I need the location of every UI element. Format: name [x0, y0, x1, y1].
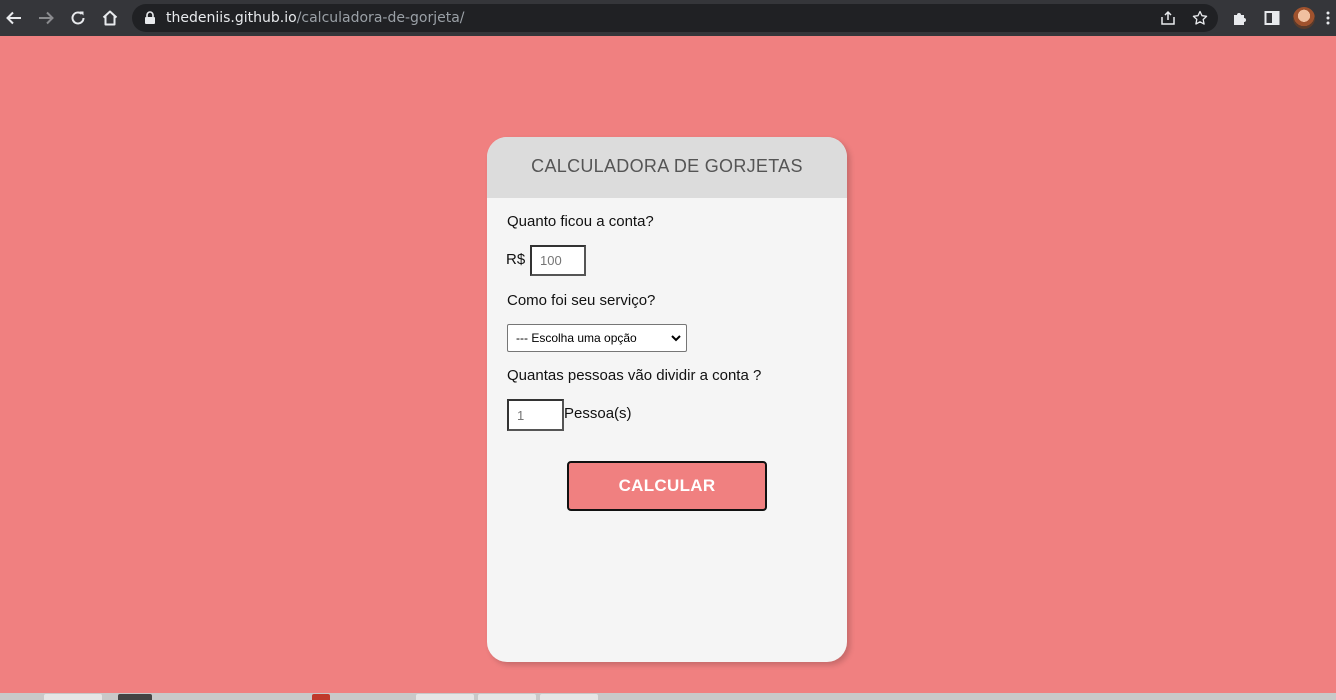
service-question-label: Como foi seu serviço? [507, 292, 656, 309]
side-panel-icon[interactable] [1263, 9, 1281, 27]
home-button[interactable] [98, 6, 122, 30]
url-path: /calculadora-de-gorjeta/ [296, 10, 465, 26]
taskbar [0, 693, 1336, 700]
taskbar-item[interactable] [44, 694, 102, 700]
taskbar-item[interactable] [478, 694, 536, 700]
chevron-down-icon [671, 335, 681, 342]
avatar[interactable] [1293, 7, 1315, 29]
puzzle-icon[interactable] [1231, 9, 1249, 27]
home-icon [102, 10, 118, 26]
taskbar-item[interactable] [416, 694, 474, 700]
url-host: thedeniis.github.io [166, 10, 297, 26]
browser-toolbar: thedeniis.github.io/calculadora-de-gorje… [0, 0, 1336, 36]
currency-label: R$ [506, 251, 526, 268]
service-select[interactable]: --- Escolha uma opção [507, 324, 687, 352]
bill-question-label: Quanto ficou a conta? [507, 213, 654, 230]
tip-calculator-card: CALCULADORA DE GORJETAS Quanto ficou a c… [487, 137, 847, 662]
page-title: CALCULADORA DE GORJETAS [531, 156, 803, 176]
arrow-left-icon [6, 11, 21, 25]
address-bar[interactable]: thedeniis.github.io/calculadora-de-gorje… [132, 4, 1218, 32]
people-count-input[interactable] [507, 399, 564, 431]
arrow-right-icon [39, 11, 54, 25]
lock-icon [145, 11, 155, 24]
back-button[interactable] [2, 6, 26, 30]
people-question-label: Quantas pessoas vão dividir a conta ? [507, 367, 762, 384]
share-icon[interactable] [1160, 10, 1176, 26]
taskbar-item[interactable] [312, 694, 330, 700]
bill-amount-input[interactable] [530, 245, 586, 276]
star-icon[interactable] [1192, 10, 1208, 26]
service-selected-option: --- Escolha uma opção [516, 331, 637, 345]
card-header: CALCULADORA DE GORJETAS [487, 137, 847, 198]
taskbar-item[interactable] [118, 694, 152, 700]
reload-button[interactable] [66, 6, 90, 30]
url-text: thedeniis.github.io/calculadora-de-gorje… [166, 10, 465, 26]
people-suffix-label: Pessoa(s) [564, 405, 632, 422]
reload-icon [71, 11, 85, 25]
calculate-button[interactable]: CALCULAR [567, 461, 767, 511]
forward-button[interactable] [34, 6, 58, 30]
taskbar-item[interactable] [540, 694, 598, 700]
kebab-menu-icon[interactable] [1326, 11, 1330, 25]
